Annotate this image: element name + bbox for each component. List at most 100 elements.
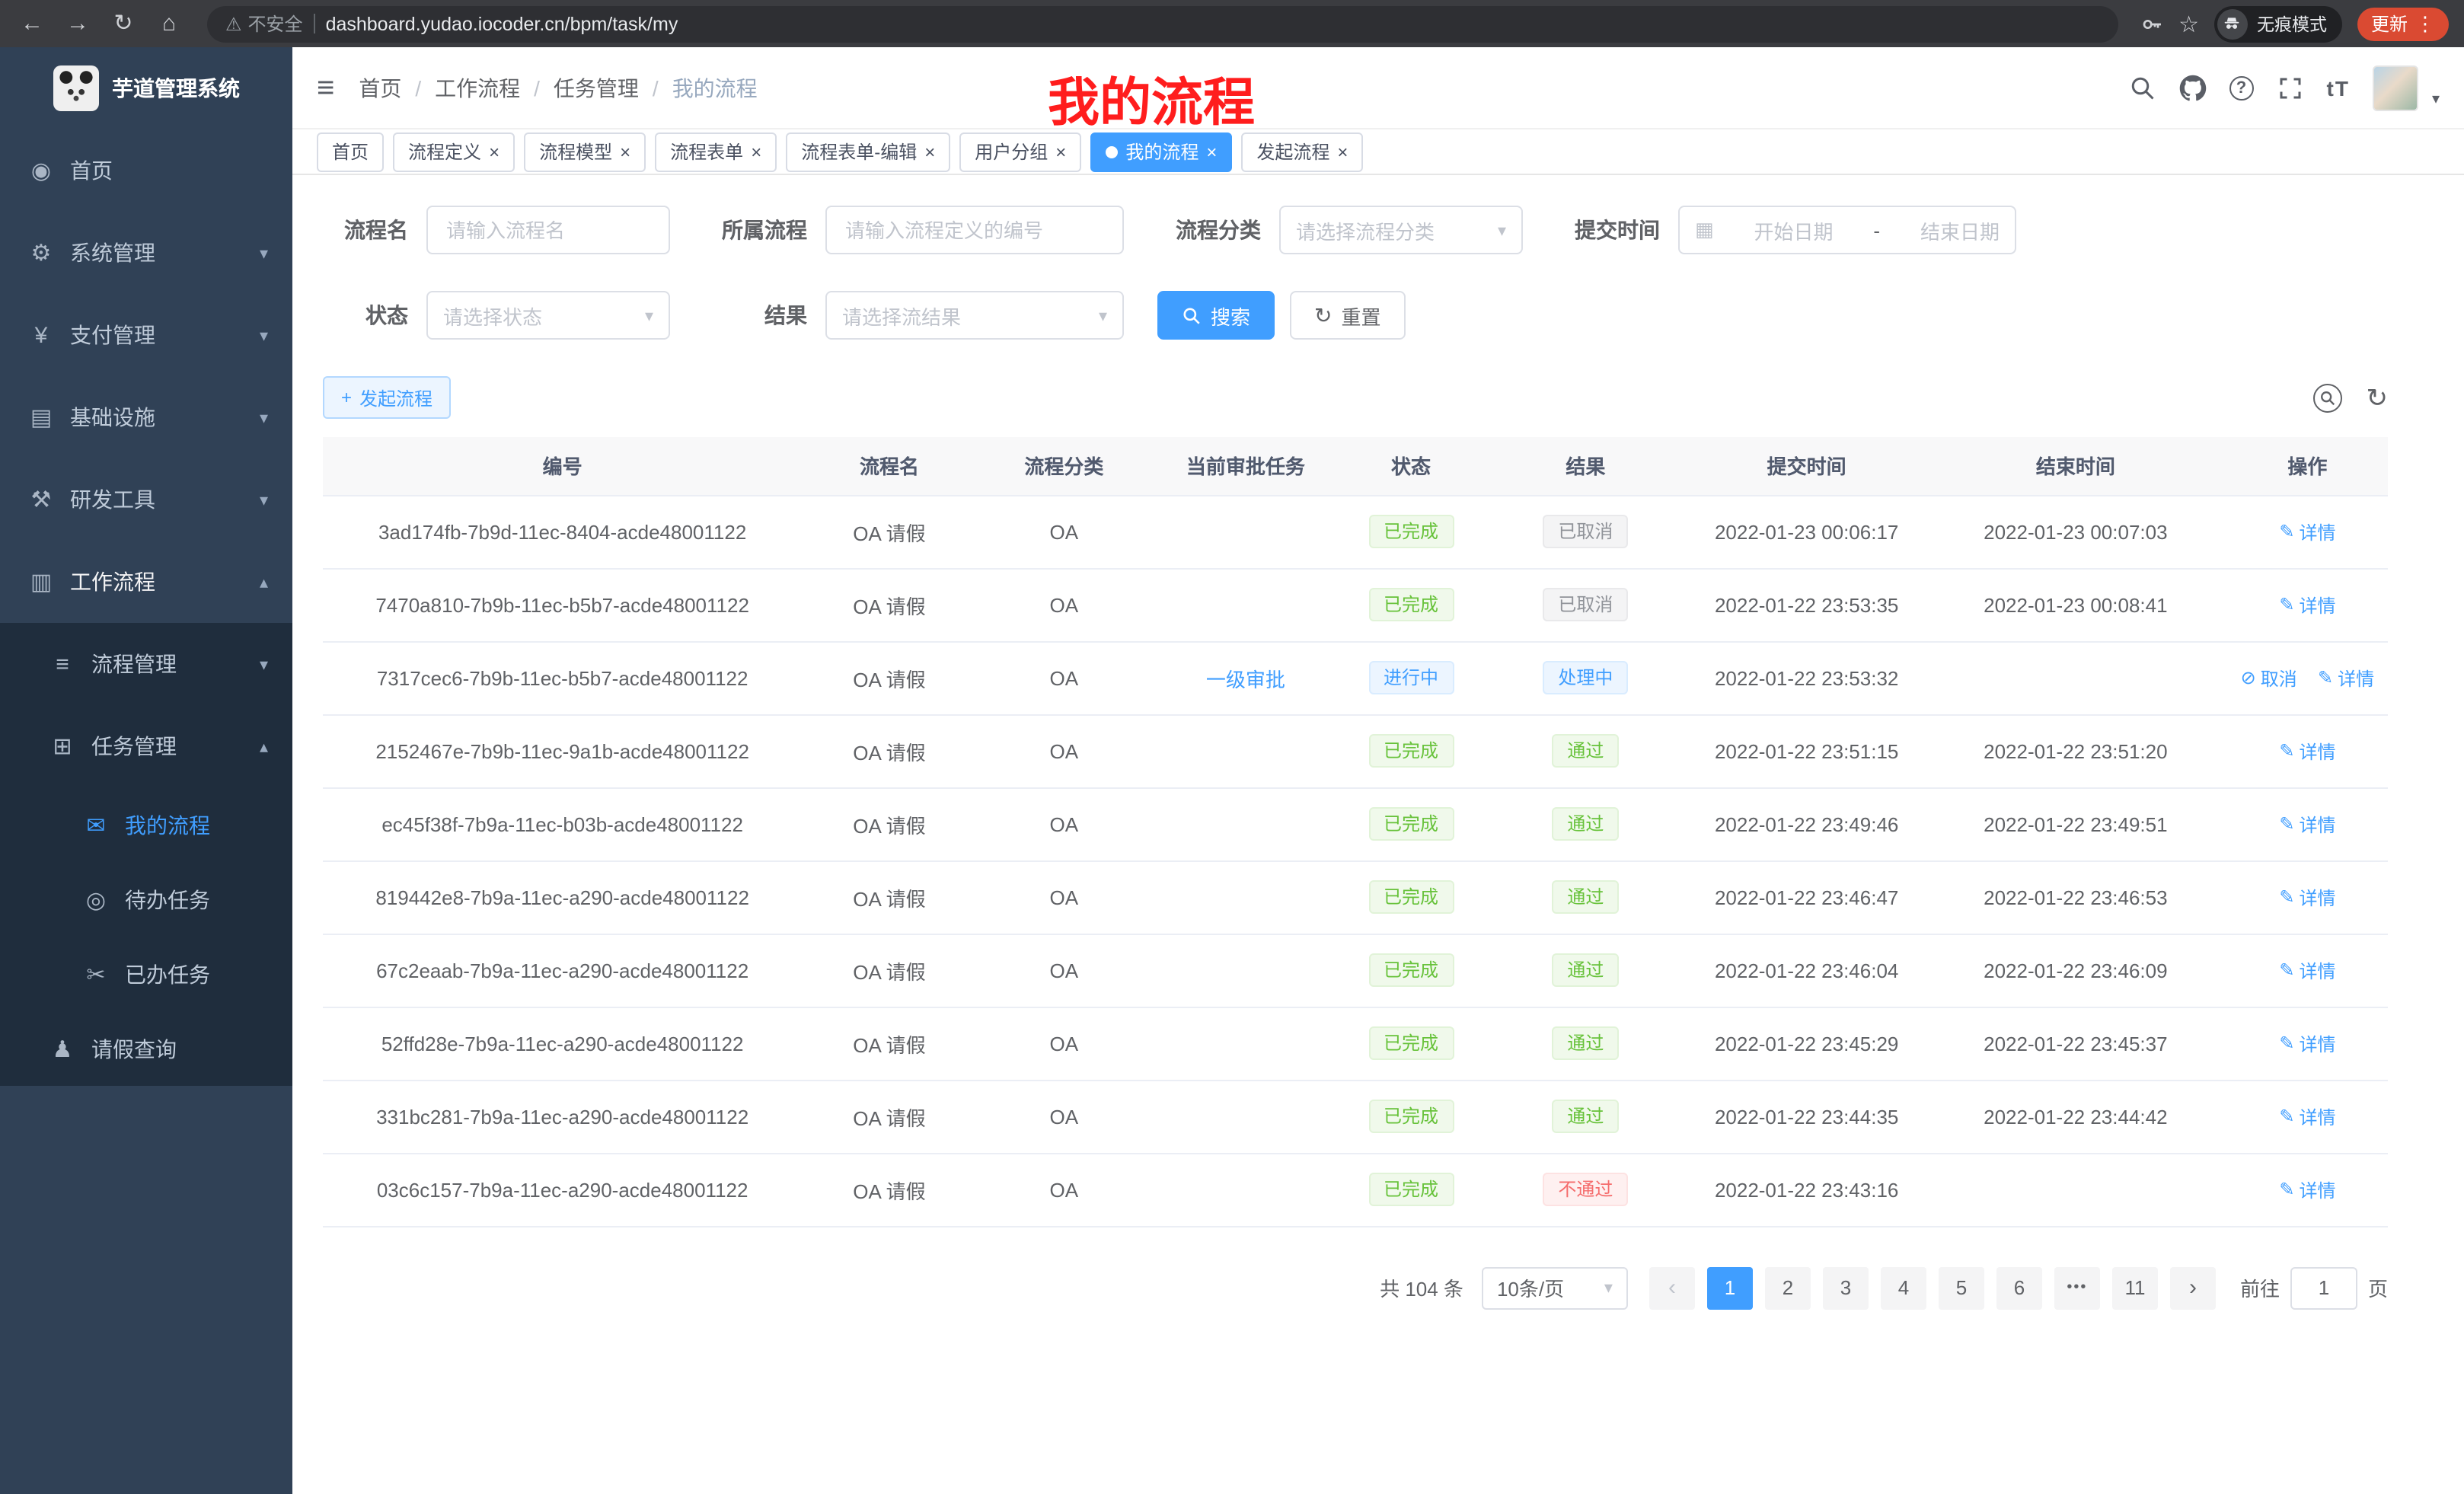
page-button-6[interactable]: 6 <box>1996 1266 2042 1309</box>
close-icon[interactable]: × <box>489 141 500 162</box>
password-key-icon[interactable] <box>2139 11 2163 36</box>
sidebar-item-infrastructure[interactable]: ▤ 基础设施 ▾ <box>0 376 292 458</box>
security-warning-chip[interactable]: ⚠ 不安全 <box>225 11 303 37</box>
bookmark-star-icon[interactable]: ☆ <box>2178 10 2199 37</box>
goto-label: 前往 <box>2240 1273 2280 1302</box>
refresh-table-button[interactable]: ↻ <box>2367 385 2389 410</box>
close-icon[interactable]: × <box>751 141 761 162</box>
process-definition-input[interactable] <box>825 206 1124 254</box>
tab-my-process[interactable]: 我的流程 × <box>1090 132 1232 171</box>
search-button[interactable]: 搜索 <box>1157 291 1275 340</box>
submit-time-range-picker[interactable]: ▦ 开始日期 - 结束日期 <box>1678 206 2016 254</box>
table-row: 7317cec6-7b9b-11ec-b5b7-acde48001122 OA … <box>323 641 2388 714</box>
incognito-icon <box>2217 8 2248 39</box>
page-button-11[interactable]: 11 <box>2112 1266 2158 1309</box>
detail-action-button[interactable]: ✎详情 <box>2279 957 2335 983</box>
browser-menu-icon[interactable]: ⋮ <box>2415 11 2435 36</box>
github-icon[interactable] <box>2179 74 2207 101</box>
page-button-3[interactable]: 3 <box>1823 1266 1869 1309</box>
sidebar-item-payment[interactable]: ¥ 支付管理 ▾ <box>0 294 292 376</box>
detail-action-button[interactable]: ✎详情 <box>2279 811 2335 837</box>
more-pages-button[interactable]: ••• <box>2054 1266 2100 1309</box>
breadcrumb-workflow[interactable]: 工作流程 <box>435 72 520 103</box>
close-icon[interactable]: × <box>1055 141 1066 162</box>
sidebar-item-my-process[interactable]: ✉ 我的流程 <box>0 787 292 862</box>
tab-home[interactable]: 首页 <box>317 132 384 171</box>
edit-icon: ✎ <box>2279 740 2294 761</box>
sidebar-item-leave-query[interactable]: ♟ 请假查询 <box>0 1011 292 1086</box>
forward-icon[interactable]: → <box>61 0 94 47</box>
close-icon[interactable]: × <box>1206 141 1217 162</box>
page-button-5[interactable]: 5 <box>1939 1266 1984 1309</box>
detail-action-button[interactable]: ✎详情 <box>2279 519 2335 544</box>
fullscreen-icon[interactable] <box>2277 74 2304 101</box>
home-icon[interactable]: ⌂ <box>152 0 186 47</box>
help-icon[interactable]: ? <box>2229 75 2254 100</box>
omnibox-divider <box>314 14 315 34</box>
close-icon[interactable]: × <box>1337 141 1348 162</box>
cancel-action-button[interactable]: ⊘取消 <box>2241 665 2297 691</box>
reload-icon[interactable]: ↻ <box>107 0 140 47</box>
close-icon[interactable]: × <box>924 141 935 162</box>
sidebar-item-done-tasks[interactable]: ✂ 已办任务 <box>0 937 292 1011</box>
page-button-1[interactable]: 1 <box>1707 1266 1753 1309</box>
browser-window: ← → ↻ ⌂ ⚠ 不安全 dashboard.yudao.iocoder.cn… <box>0 0 2464 1494</box>
status-select[interactable]: 请选择状态 ▾ <box>426 291 670 340</box>
table-row: ec45f38f-7b9a-11ec-b03b-acde48001122 OA … <box>323 787 2388 860</box>
current-task-link[interactable]: 一级审批 <box>1206 668 1285 691</box>
page-size-select[interactable]: 10条/页 ▾ <box>1482 1266 1628 1309</box>
table-row: 7470a810-7b9b-11ec-b5b7-acde48001122 OA … <box>323 568 2388 641</box>
back-icon[interactable]: ← <box>15 0 49 47</box>
address-bar[interactable]: ⚠ 不安全 dashboard.yudao.iocoder.cn/bpm/tas… <box>207 5 2118 42</box>
app-header: ≡ 首页 / 工作流程 / 任务管理 / 我的流程 我的流程 <box>292 47 2464 129</box>
detail-action-button[interactable]: ✎详情 <box>2279 1030 2335 1056</box>
sidebar-item-system[interactable]: ⚙ 系统管理 ▾ <box>0 212 292 294</box>
sidebar-item-todo-tasks[interactable]: ◎ 待办任务 <box>0 862 292 937</box>
tab-start-process[interactable]: 发起流程 × <box>1241 132 1363 171</box>
reset-button[interactable]: ↻ 重置 <box>1290 291 1406 340</box>
incognito-profile-chip[interactable]: 无痕模式 <box>2214 5 2342 42</box>
sidebar-toggle-icon[interactable]: ≡ <box>317 72 334 103</box>
user-avatar[interactable] <box>2373 65 2418 110</box>
process-name-input[interactable] <box>426 206 670 254</box>
tab-process-form[interactable]: 流程表单 × <box>655 132 777 171</box>
search-icon[interactable] <box>2129 74 2156 101</box>
sidebar-item-process-mgmt[interactable]: ≡ 流程管理 ▾ <box>0 623 292 705</box>
toggle-search-button[interactable] <box>2313 383 2342 412</box>
caret-down-icon[interactable]: ▾ <box>2432 91 2440 108</box>
sidebar-item-home[interactable]: ◉ 首页 <box>0 129 292 212</box>
tab-process-form-edit[interactable]: 流程表单-编辑 × <box>786 132 950 171</box>
detail-action-button[interactable]: ✎详情 <box>2318 665 2374 691</box>
tab-user-group[interactable]: 用户分组 × <box>959 132 1081 171</box>
tab-process-model[interactable]: 流程模型 × <box>524 132 646 171</box>
result-badge: 通过 <box>1552 807 1619 841</box>
edit-icon: ✎ <box>2279 521 2294 542</box>
page-button-2[interactable]: 2 <box>1765 1266 1811 1309</box>
detail-action-button[interactable]: ✎详情 <box>2279 1176 2335 1202</box>
font-size-icon[interactable]: tT <box>2327 75 2350 100</box>
detail-action-button[interactable]: ✎详情 <box>2279 738 2335 764</box>
result-select[interactable]: 请选择流结果 ▾ <box>825 291 1124 340</box>
close-icon[interactable]: × <box>620 141 630 162</box>
start-process-button[interactable]: + 发起流程 <box>323 376 451 419</box>
sidebar-item-devtools[interactable]: ⚒ 研发工具 ▾ <box>0 458 292 541</box>
sidebar-item-task-mgmt[interactable]: ⊞ 任务管理 ▴ <box>0 705 292 787</box>
detail-action-button[interactable]: ✎详情 <box>2279 1103 2335 1129</box>
next-page-button[interactable]: › <box>2170 1266 2216 1309</box>
sidebar-item-workflow[interactable]: ▥ 工作流程 ▴ <box>0 541 292 623</box>
breadcrumb-home[interactable]: 首页 <box>359 72 401 103</box>
process-definition-label: 所属流程 <box>704 215 825 245</box>
tab-process-definition[interactable]: 流程定义 × <box>393 132 515 171</box>
category-select[interactable]: 请选择流程分类 ▾ <box>1279 206 1523 254</box>
prev-page-button[interactable]: ‹ <box>1649 1266 1695 1309</box>
logo-image <box>53 65 98 111</box>
status-badge: 进行中 <box>1368 661 1454 694</box>
tags-view-bar: 首页 流程定义 × 流程模型 × 流程表单 × 流程表单-编辑 × <box>292 129 2464 175</box>
page-button-4[interactable]: 4 <box>1881 1266 1926 1309</box>
detail-action-button[interactable]: ✎详情 <box>2279 592 2335 618</box>
detail-action-button[interactable]: ✎详情 <box>2279 884 2335 910</box>
browser-update-button[interactable]: 更新 ⋮ <box>2357 7 2449 40</box>
goto-page-input[interactable] <box>2290 1266 2357 1309</box>
breadcrumb-task-mgmt[interactable]: 任务管理 <box>554 72 639 103</box>
app-logo[interactable]: 芋道管理系统 <box>0 47 292 129</box>
